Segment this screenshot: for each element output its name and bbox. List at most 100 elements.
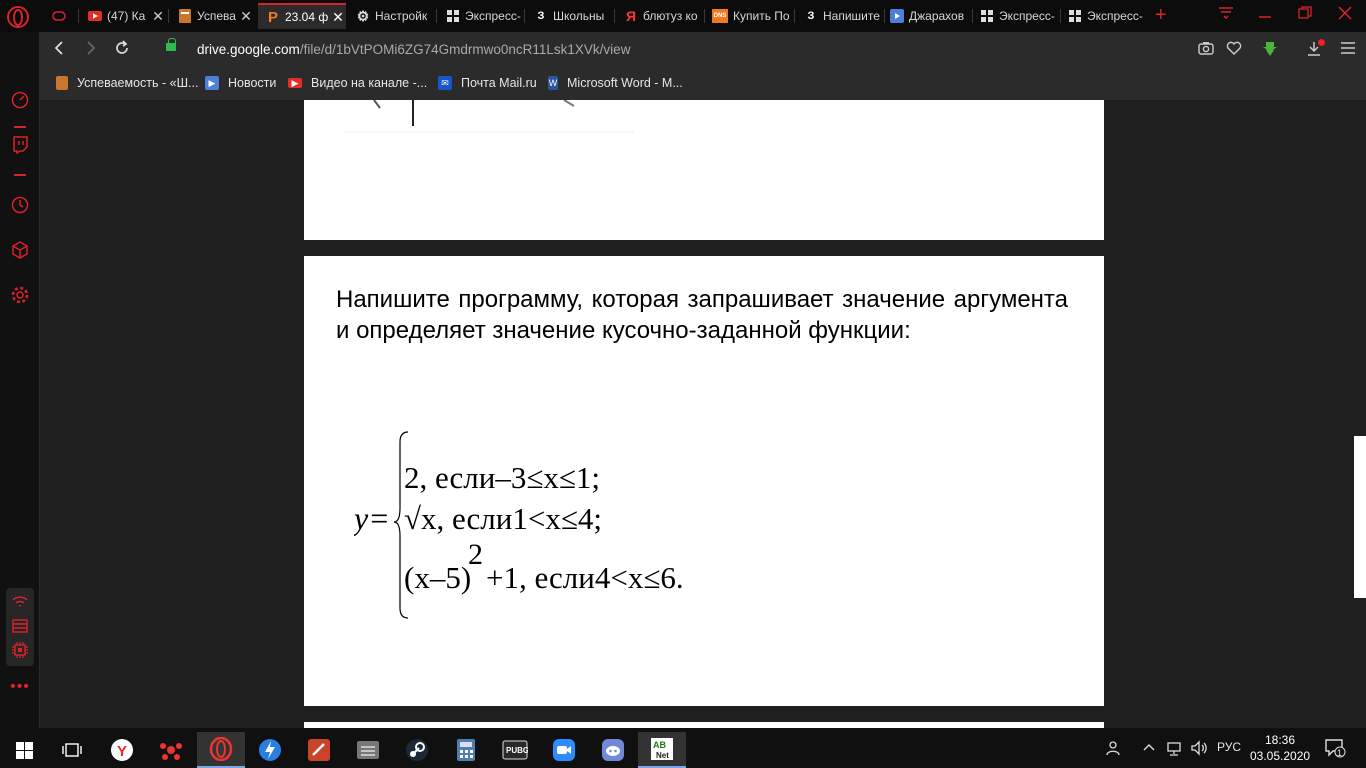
extension-download-icon[interactable] bbox=[1262, 41, 1278, 61]
tab-znanija-1[interactable]: З Школьны bbox=[526, 3, 612, 29]
youtube-icon: ▶ bbox=[288, 78, 302, 88]
tab-menu-icon[interactable] bbox=[1218, 6, 1234, 23]
tab-title: Успева bbox=[197, 9, 236, 23]
document-viewer[interactable]: Напишите программу, которая запрашивает … bbox=[40, 100, 1366, 728]
previous-page-image-fragment bbox=[344, 100, 634, 133]
tab-title: Экспресс- bbox=[465, 9, 521, 23]
tab-strip: (47) Ка ✕ Успева ✕ P 23.04 ф ✕ ⚙ Настрой… bbox=[0, 0, 1366, 32]
gx-control-group bbox=[6, 588, 34, 666]
reload-button[interactable] bbox=[114, 40, 130, 59]
close-icon[interactable]: ✕ bbox=[238, 8, 254, 25]
sidebar: ••• bbox=[0, 32, 40, 728]
bookmark-news[interactable]: ▶ Новости bbox=[205, 76, 276, 90]
discord-icon[interactable] bbox=[589, 732, 637, 768]
lightning-icon[interactable] bbox=[246, 732, 294, 768]
video-icon bbox=[890, 9, 904, 23]
close-icon[interactable]: ✕ bbox=[330, 9, 346, 26]
tab-title: Школьны bbox=[553, 9, 605, 23]
volume-icon[interactable] bbox=[1190, 740, 1208, 759]
tab-uspevaemost[interactable]: Успева ✕ bbox=[170, 3, 254, 29]
twitch-icon[interactable] bbox=[10, 135, 30, 155]
speed-dial-icon[interactable] bbox=[10, 90, 30, 110]
yandex-browser-icon[interactable]: Y bbox=[98, 732, 146, 768]
calculator-icon[interactable] bbox=[442, 732, 490, 768]
minimize-button[interactable] bbox=[1258, 6, 1272, 24]
bookmark-label: Почта Mail.ru bbox=[461, 76, 537, 90]
tab-youtube[interactable]: (47) Ка ✕ bbox=[80, 3, 166, 29]
camera-icon[interactable] bbox=[1198, 41, 1214, 59]
download-badge bbox=[1318, 39, 1325, 46]
more-icon[interactable]: ••• bbox=[10, 677, 30, 697]
tab-video[interactable]: Джарахов bbox=[882, 3, 970, 29]
tab-settings[interactable]: ⚙ Настройк bbox=[348, 3, 434, 29]
bookmark-label: Microsoft Word - М... bbox=[567, 76, 683, 90]
close-window-button[interactable] bbox=[1338, 6, 1352, 24]
network-icon[interactable] bbox=[1166, 740, 1184, 759]
tab-title: 23.04 ф bbox=[285, 10, 329, 24]
language-indicator[interactable]: РУС bbox=[1217, 740, 1241, 754]
url-domain: drive.google.com bbox=[197, 42, 300, 57]
restore-button[interactable] bbox=[1298, 6, 1312, 24]
tab-title: Экспресс- bbox=[999, 9, 1055, 23]
bookmark-label: Видео на канале -... bbox=[311, 76, 428, 90]
back-button[interactable] bbox=[52, 40, 66, 59]
ram-limiter-icon[interactable] bbox=[10, 616, 30, 636]
forward-button[interactable] bbox=[84, 40, 98, 59]
heart-icon[interactable] bbox=[1226, 41, 1242, 59]
abc-icon[interactable]: AB Net bbox=[638, 732, 686, 768]
clock-date: 03.05.2020 bbox=[1250, 749, 1311, 763]
dns-icon: DNS bbox=[712, 9, 728, 23]
bookmark-video[interactable]: ▶ Видео на канале -... bbox=[288, 76, 427, 90]
svg-text:PUBG: PUBG bbox=[506, 746, 528, 755]
history-icon[interactable] bbox=[10, 195, 30, 215]
formula-line-3-base: (x–5) bbox=[404, 560, 471, 595]
bookmark-mail[interactable]: ✉ Почта Mail.ru bbox=[438, 76, 537, 90]
tab-speed-dial-1[interactable]: Экспресс- bbox=[438, 3, 522, 29]
bookmark-uspevaemost[interactable]: Успеваемость - «Ш... bbox=[56, 76, 198, 90]
tab-yandex[interactable]: Я блютуз ко bbox=[616, 3, 702, 29]
book-icon bbox=[178, 9, 192, 23]
piecewise-formula: y= 2, если–3≤x≤1; √x, если1<x≤4; (x–5) 2… bbox=[354, 431, 684, 619]
znanija-icon: З bbox=[807, 10, 815, 22]
url-field[interactable]: drive.google.com/file/d/1bVtPOMi6ZG74Gmd… bbox=[197, 42, 630, 57]
lock-icon[interactable] bbox=[166, 38, 176, 51]
cluster-icon[interactable] bbox=[147, 732, 195, 768]
tab-speed-dial-3[interactable]: Экспресс- bbox=[1060, 3, 1146, 29]
tab-gaming[interactable] bbox=[44, 3, 76, 29]
tab-speed-dial-2[interactable]: Экспресс- bbox=[972, 3, 1058, 29]
easy-setup-icon[interactable] bbox=[1340, 41, 1356, 59]
close-icon[interactable]: ✕ bbox=[150, 8, 166, 25]
scrollbar-thumb[interactable] bbox=[1354, 436, 1366, 598]
settings-icon[interactable] bbox=[10, 285, 30, 305]
bookmark-word[interactable]: W Microsoft Word - М... bbox=[548, 76, 683, 90]
tab-title: Экспресс- bbox=[1087, 9, 1143, 23]
clock-time: 18:36 bbox=[1264, 733, 1296, 747]
tab-znanija-2[interactable]: З Напишите bbox=[796, 3, 882, 29]
people-icon[interactable] bbox=[1106, 740, 1122, 759]
tab-active-document[interactable]: P 23.04 ф ✕ bbox=[258, 3, 346, 29]
cpu-limiter-icon[interactable] bbox=[10, 640, 30, 660]
opera-menu-icon[interactable] bbox=[7, 6, 29, 28]
chevron-up-icon[interactable] bbox=[1142, 740, 1156, 757]
windows-start-icon[interactable] bbox=[0, 732, 48, 768]
zoom-icon[interactable] bbox=[540, 732, 588, 768]
steam-icon[interactable] bbox=[393, 732, 441, 768]
grid-icon bbox=[1068, 9, 1082, 23]
task-text: Напишите программу, которая запрашивает … bbox=[336, 286, 1068, 344]
pubg-icon[interactable]: PUBG bbox=[491, 732, 539, 768]
svg-text:Net: Net bbox=[656, 751, 669, 760]
network-limiter-icon[interactable] bbox=[10, 592, 30, 612]
notifications-icon[interactable] bbox=[1324, 738, 1346, 761]
youtube-icon bbox=[88, 9, 102, 23]
clock[interactable]: 18:36 03.05.2020 bbox=[1250, 732, 1310, 764]
files-icon[interactable] bbox=[344, 732, 392, 768]
url-path: /file/d/1bVtPOMi6ZG74Gmdrmwo0ncR11Lsk1XV… bbox=[299, 42, 631, 57]
task-view-icon[interactable] bbox=[48, 732, 96, 768]
tab-dns[interactable]: DNS Купить По bbox=[704, 3, 794, 29]
app-red-icon[interactable] bbox=[295, 732, 343, 768]
formula-line-1: 2, если–3≤x≤1; bbox=[404, 460, 600, 495]
opera-icon[interactable] bbox=[197, 732, 245, 768]
extensions-cube-icon[interactable] bbox=[10, 240, 30, 260]
tab-title: Купить По bbox=[733, 9, 790, 23]
new-tab-button[interactable]: + bbox=[1155, 5, 1167, 25]
